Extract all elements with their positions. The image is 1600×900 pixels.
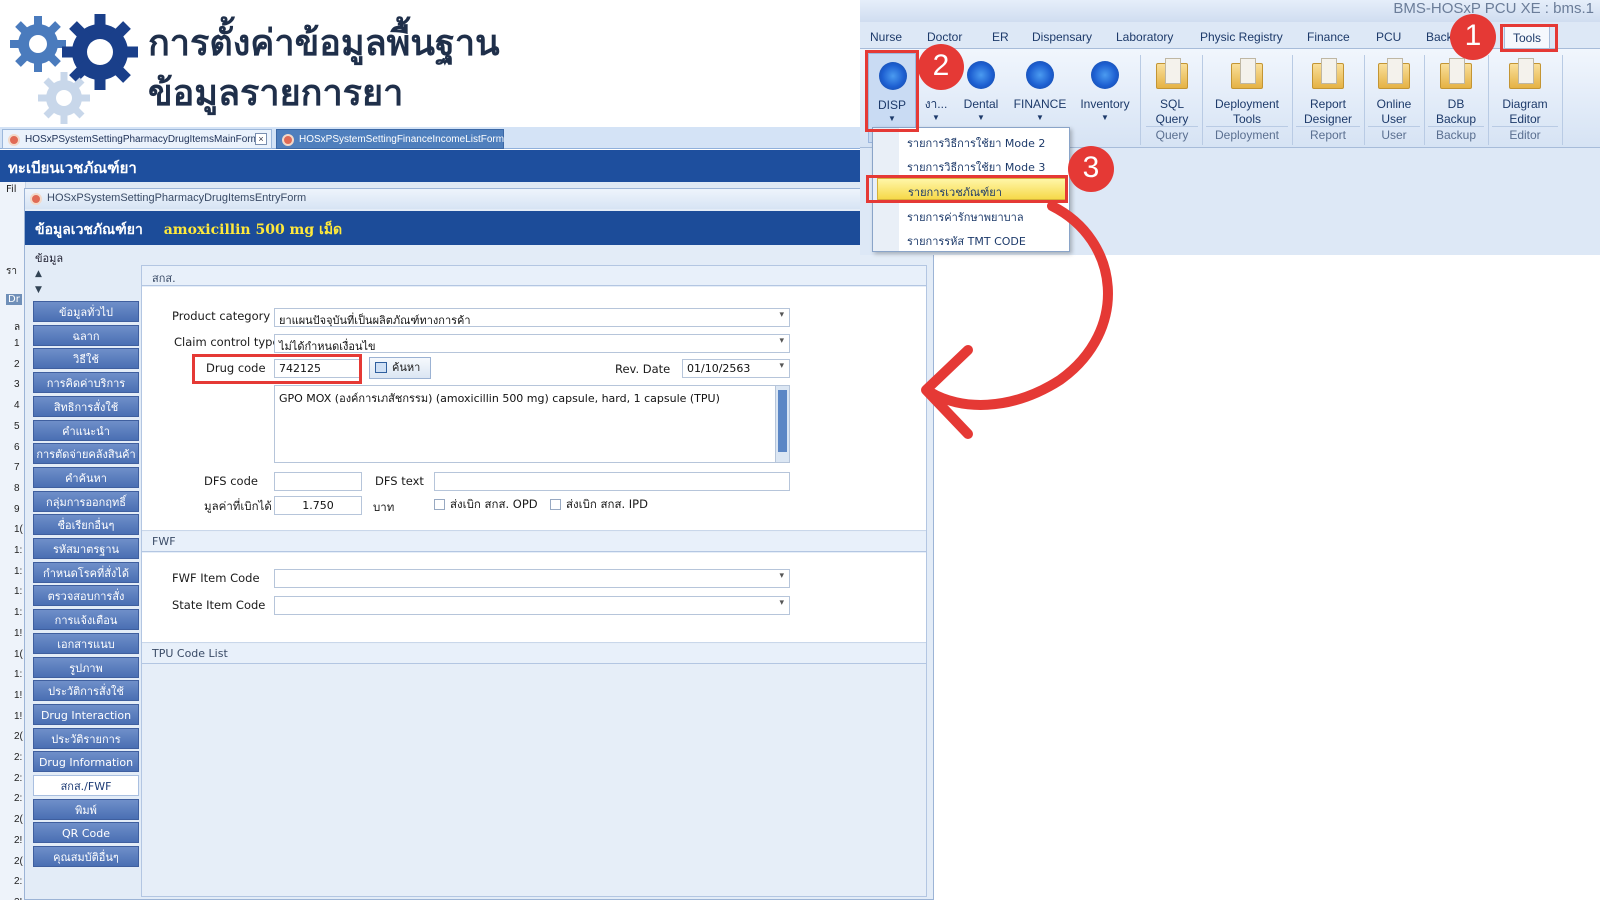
curved-arrow-icon [921, 201, 1113, 439]
tutorial-canvas: การตั้งค่าข้อมูลพื้นฐาน ข้อมูลรายการยา H… [0, 0, 1600, 900]
